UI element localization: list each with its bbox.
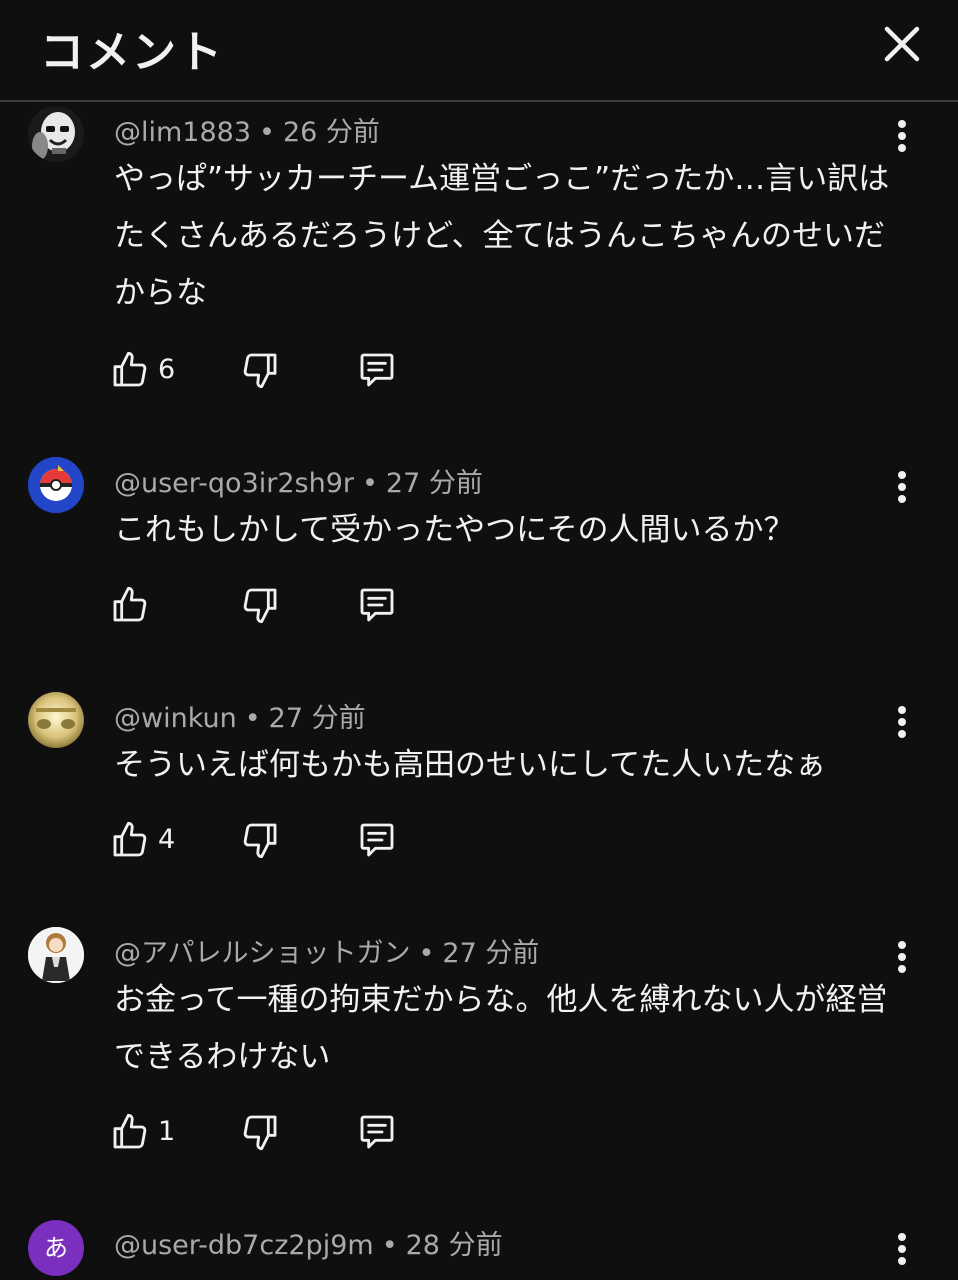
comment-list[interactable]: @lim1883 • 26 分前 やっぱ”サッカーチーム運営ごっこ”だったか…言い訳… [0,102,958,1280]
reply-comment-icon [360,1115,394,1149]
like-count: 4 [158,824,176,855]
close-icon [884,26,920,62]
reply-button[interactable] [356,350,402,396]
thumbs-down-icon [243,823,277,859]
like-count: 6 [158,354,176,385]
dislike-button[interactable] [240,1112,286,1158]
thumbs-down-icon [243,1115,277,1151]
reply-comment-icon [360,823,394,857]
reply-button[interactable] [356,820,402,866]
meta-separator: • [418,938,435,969]
comment-actions: 6 [110,350,410,396]
comment-time: 27 分前 [385,468,483,499]
like-button[interactable]: 4 [110,820,200,866]
comment-time: 27 分前 [268,703,366,734]
close-button[interactable] [878,20,926,68]
comment-meta: @user-qo3ir2sh9r • 27 分前 [114,461,483,500]
thumbs-up-icon [113,1113,147,1149]
comment-text: そういえば何もかも高田のせいにしてた人いたなぁ [114,747,827,783]
author-handle[interactable]: @user-db7cz2pj9m [114,1230,374,1261]
like-button[interactable] [110,585,200,631]
comment-text: これもしかして受かったやつにその人間いるか？ [114,512,795,548]
comment-text: お金って一種の拘束だからな。他人を縛れない人が経営できるわけない [114,982,888,1075]
comment-meta: @winkun • 27 分前 [114,696,366,735]
thumbs-up-icon [113,821,147,857]
pokeball-avatar-icon [28,457,84,513]
stormtrooper-avatar-icon [28,106,84,162]
comment-time: 26 分前 [282,117,380,148]
thumbs-up-icon [113,586,147,622]
avatar-letter: あ [44,1234,68,1262]
reply-button[interactable] [356,1112,402,1158]
reply-comment-icon [360,588,394,622]
like-button[interactable]: 6 [110,350,200,396]
thumbs-down-icon [243,353,277,389]
comment-meta: @user-db7cz2pj9m • 28 分前 [114,1223,503,1262]
comment-meta: @アパレルショットガン • 27 分前 [114,931,539,970]
reply-button[interactable] [356,585,402,631]
avatar[interactable] [28,692,84,748]
reply-comment-icon [360,353,394,387]
dislike-button[interactable] [240,820,286,866]
author-handle[interactable]: @winkun [114,703,237,734]
avatar[interactable] [28,106,84,162]
comments-header: コメント [0,0,958,102]
more-options-button[interactable] [884,1229,920,1273]
comment-actions [110,585,410,631]
anime-girl-avatar-icon [28,927,84,983]
comment-actions: 4 [110,820,410,866]
comment-actions: 1 [110,1112,410,1158]
author-handle[interactable]: @アパレルショットガン [114,938,410,969]
avatar[interactable] [28,927,84,983]
thumbs-down-icon [243,588,277,624]
more-vert-icon [898,1233,906,1265]
meta-separator: • [381,1230,398,1261]
gold-avatar-icon [28,692,84,748]
like-button[interactable]: 1 [110,1112,200,1158]
dislike-button[interactable] [240,350,286,396]
author-handle[interactable]: @user-qo3ir2sh9r [114,468,354,499]
meta-separator: • [244,703,261,734]
comment-meta: @lim1883 • 26 分前 [114,110,380,149]
dislike-button[interactable] [240,585,286,631]
thumbs-up-icon [113,351,147,387]
comment-time: 27 分前 [442,938,540,969]
meta-separator: • [259,117,275,148]
avatar[interactable]: あ [28,1220,84,1276]
page-title: コメント [40,27,224,78]
comment-text: やっぱ”サッカーチーム運営ごっこ”だったか…言い訳はたくさんあるだろうけど、全て… [114,161,890,311]
meta-separator: • [361,468,378,499]
avatar[interactable] [28,457,84,513]
author-handle[interactable]: @lim1883 [114,117,251,148]
comment-time: 28 分前 [405,1230,503,1261]
like-count: 1 [158,1116,176,1147]
